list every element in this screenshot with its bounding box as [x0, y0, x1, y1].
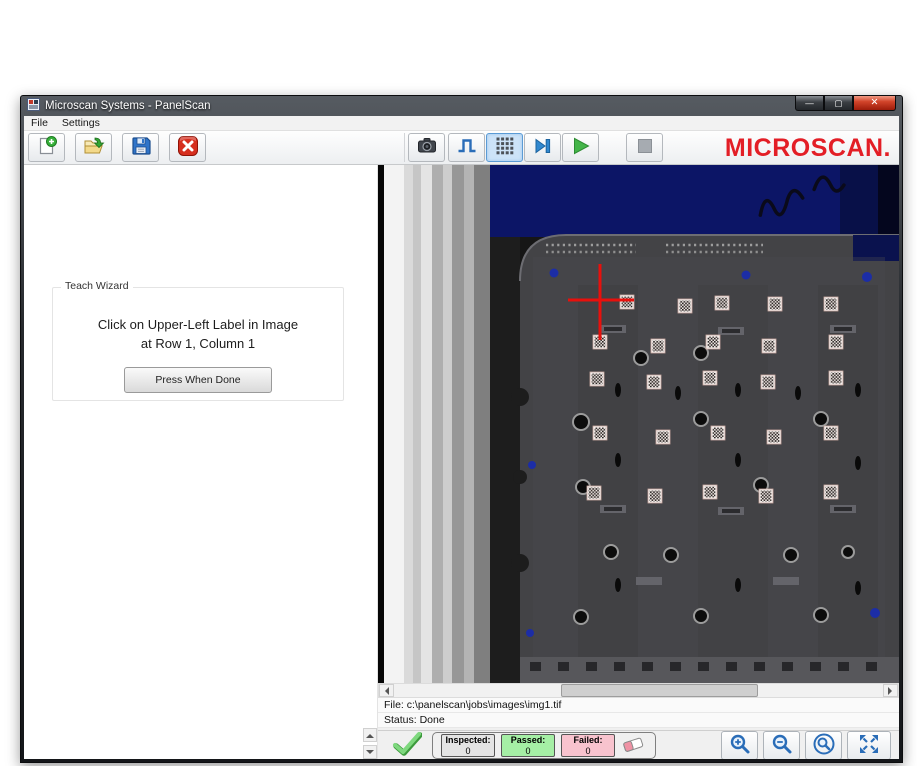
close-button[interactable]: ✕ — [853, 96, 896, 111]
camera-icon — [416, 135, 438, 160]
teach-wizard-groupbox: Teach Wizard Click on Upper-Left Label i… — [52, 280, 344, 401]
exit-icon — [177, 135, 199, 160]
grid-button[interactable] — [486, 133, 523, 162]
wizard-instruction-line2: at Row 1, Column 1 — [140, 335, 256, 351]
zoom-out-icon — [770, 732, 794, 759]
menu-settings[interactable]: Settings — [55, 116, 107, 131]
passed-box: Passed: 0 — [501, 733, 555, 757]
maximize-button[interactable]: ▢ — [824, 96, 853, 111]
run-button[interactable] — [562, 133, 599, 162]
eraser-icon — [621, 734, 647, 757]
image-hscrollbar[interactable] — [378, 683, 899, 698]
failed-value: 0 — [585, 745, 591, 756]
zoom-controls — [721, 730, 891, 759]
zoom-in-icon — [728, 732, 752, 759]
client-area: File Settings MICROSCAN. Teach Wizard Cl… — [24, 116, 899, 759]
scroll-left-arrow[interactable] — [379, 684, 394, 697]
grid-icon — [494, 135, 516, 160]
zoom-in-button[interactable] — [721, 730, 758, 759]
image-viewer — [378, 165, 899, 683]
scroll-down-arrow[interactable] — [363, 745, 377, 759]
save-icon — [130, 135, 152, 160]
window-title: Microscan Systems - PanelScan — [45, 100, 211, 112]
result-check-icon — [392, 730, 423, 760]
pcb-image[interactable] — [378, 165, 899, 683]
teach-wizard-panel: Teach Wizard Click on Upper-Left Label i… — [24, 165, 378, 759]
minimize-button[interactable]: — — [795, 96, 824, 111]
app-window: Microscan Systems - PanelScan — ▢ ✕ File… — [20, 95, 903, 763]
scan-stripes — [378, 165, 520, 683]
menu-file[interactable]: File — [24, 116, 55, 131]
expand-view-button[interactable] — [847, 730, 891, 759]
zoom-out-button[interactable] — [763, 730, 800, 759]
scroll-right-arrow[interactable] — [883, 684, 898, 697]
scroll-up-arrow[interactable] — [363, 728, 377, 742]
play-icon — [570, 135, 592, 160]
wizard-instruction-line1: Click on Upper-Left Label in Image — [97, 317, 299, 332]
exit-button[interactable] — [169, 133, 206, 162]
step-forward-icon — [532, 135, 554, 160]
save-job-button[interactable] — [122, 133, 159, 162]
stop-icon — [634, 135, 656, 160]
open-folder-icon — [83, 135, 105, 160]
clear-results-button[interactable] — [621, 734, 647, 757]
app-icon — [27, 98, 40, 114]
open-job-button[interactable] — [75, 133, 112, 162]
expand-arrows-icon — [857, 732, 881, 759]
toolbar-separator — [404, 133, 405, 162]
file-info: File: c:\panelscan\jobs\images\img1.tif — [378, 698, 899, 713]
step-button[interactable] — [524, 133, 561, 162]
zoom-fit-icon — [812, 732, 836, 759]
new-job-button[interactable] — [28, 133, 65, 162]
status-info: Status: Done — [378, 713, 899, 728]
left-panel-vscrollbar[interactable] — [363, 728, 377, 759]
microscan-logo: MICROSCAN. — [724, 134, 891, 162]
failed-box: Failed: 0 — [561, 733, 615, 757]
passed-value: 0 — [525, 745, 531, 756]
trigger-button[interactable] — [448, 133, 485, 162]
press-when-done-button[interactable]: Press When Done — [124, 366, 272, 393]
hscroll-thumb[interactable] — [560, 684, 758, 697]
title-bar: Microscan Systems - PanelScan — ▢ ✕ — [21, 96, 902, 116]
stop-button[interactable] — [626, 133, 663, 162]
trigger-pulse-icon — [456, 135, 478, 160]
pcb-board — [511, 234, 899, 683]
status-bar: Inspected: 0 Passed: 0 Failed: 0 — [378, 730, 899, 759]
inspected-box: Inspected: 0 — [441, 733, 495, 757]
menu-bar: File Settings — [24, 116, 899, 131]
toolbar: MICROSCAN. — [24, 131, 899, 165]
inspected-value: 0 — [465, 745, 471, 756]
teach-wizard-caption: Teach Wizard — [61, 280, 133, 292]
inspected-label: Inspected: — [445, 734, 491, 745]
new-document-icon — [36, 135, 58, 160]
passed-label: Passed: — [510, 734, 546, 745]
zoom-fit-button[interactable] — [805, 730, 842, 759]
failed-label: Failed: — [573, 734, 603, 745]
snapshot-button[interactable] — [408, 133, 445, 162]
window-controls: — ▢ ✕ — [795, 96, 896, 111]
results-group: Inspected: 0 Passed: 0 Failed: 0 — [432, 731, 656, 759]
